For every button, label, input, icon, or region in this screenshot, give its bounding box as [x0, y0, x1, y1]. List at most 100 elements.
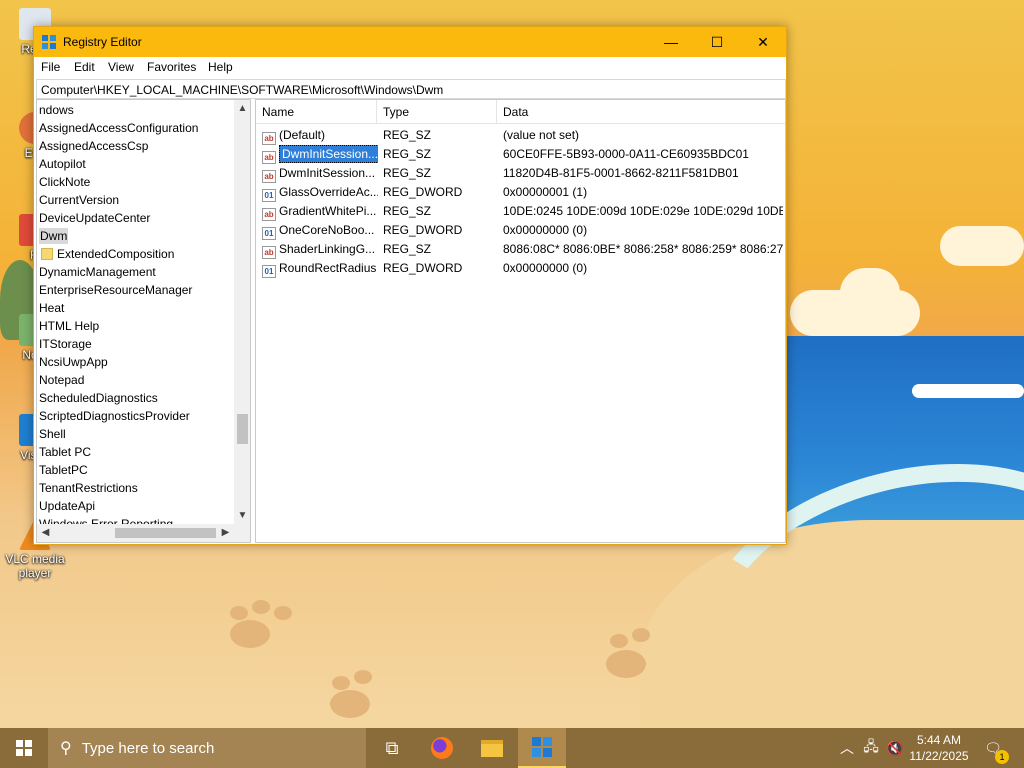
window-title: Registry Editor — [63, 35, 142, 49]
value-name-cell: ab DwmInitSession... — [262, 145, 378, 164]
tree-item[interactable]: UpdateApi — [39, 497, 95, 515]
clock-time: 5:44 AM — [916, 733, 962, 747]
tree-item[interactable]: ndows — [39, 101, 74, 119]
minimize-button[interactable]: — — [648, 27, 694, 57]
scroll-left-arrow-icon[interactable]: ◀ — [37, 524, 54, 542]
paw-print — [610, 634, 628, 648]
tree-item[interactable]: Heat — [39, 299, 64, 317]
tree-horizontal-scrollbar[interactable]: ◀ ▶ — [37, 524, 234, 542]
value-name-cell: ab DwmInitSession... — [262, 164, 378, 183]
desktop-icon-label: VLC media player — [5, 552, 65, 580]
key-tree-pane: ndows AssignedAccessConfiguration Assign… — [36, 99, 251, 543]
title-bar[interactable]: Registry Editor — ☐ ✕ — [34, 27, 786, 57]
volume-muted-icon: 🔇 — [886, 739, 904, 756]
column-header-data[interactable]: Data — [497, 100, 785, 124]
value-type-cell: REG_SZ — [383, 147, 432, 161]
registry-value-row[interactable]: ab ShaderLinkingG... REG_SZ 8086:08C* 8086:… — [256, 240, 785, 259]
taskbar: ⚲ Type here to search ⧉ ︿ 🖧 🔇 5:44 AM 11… — [0, 728, 1024, 768]
registry-editor-icon — [532, 737, 552, 757]
menu-favorites[interactable]: Favorites — [147, 60, 196, 74]
tree-item[interactable]: DeviceUpdateCenter — [39, 209, 150, 227]
tree-item[interactable]: ScriptedDiagnosticsProvider — [39, 407, 190, 425]
registry-value-row[interactable]: 01 GlassOverrideAc... REG_DWORD 0x00000001 … — [256, 183, 785, 202]
registry-value-row[interactable]: ab GradientWhitePi... REG_SZ 10DE:0245 10DE… — [256, 202, 785, 221]
tree-item[interactable]: Shell — [39, 425, 66, 443]
column-header-type[interactable]: Type — [377, 100, 497, 124]
paw-print — [332, 676, 350, 690]
scroll-up-arrow-icon[interactable]: ▲ — [234, 100, 250, 117]
network-icon: 🖧 — [863, 738, 879, 754]
value-name: DwmInitSession... — [279, 166, 376, 180]
registry-value-row[interactable]: 01 RoundRectRadius REG_DWORD 0x00000000 (0) — [256, 259, 785, 278]
menu-edit[interactable]: Edit — [74, 60, 95, 74]
tree-item[interactable]: HTML Help — [39, 317, 99, 335]
tree-item[interactable]: ClickNote — [39, 173, 90, 191]
value-data-cell: (value not set) — [503, 128, 580, 142]
value-data-cell: 0x00000000 (0) — [503, 261, 588, 275]
value-name: GlassOverrideAc... — [279, 185, 378, 199]
search-icon: ⚲ — [60, 740, 72, 757]
value-name-cell: 01 GlassOverrideAc... — [262, 183, 378, 202]
values-list-pane: Name Type Data ab (Default) REG_SZ (value n… — [255, 99, 786, 543]
cloud — [840, 268, 900, 318]
tree-item-child[interactable]: ExtendedComposition — [41, 245, 174, 263]
tree-item[interactable]: EnterpriseResourceManager — [39, 281, 192, 299]
menu-file[interactable]: File — [41, 60, 60, 74]
maximize-button[interactable]: ☐ — [694, 27, 740, 57]
close-icon: ✕ — [757, 33, 769, 50]
task-view-button[interactable]: ⧉ — [368, 728, 416, 768]
value-type-cell: REG_SZ — [383, 204, 432, 218]
scroll-thumb[interactable] — [115, 528, 216, 538]
firefox-taskbar-button[interactable] — [418, 728, 466, 768]
task-view-icon: ⧉ — [385, 737, 399, 758]
scroll-right-arrow-icon[interactable]: ▶ — [217, 524, 234, 542]
registry-value-row[interactable]: ab DwmInitSession... REG_SZ 11820D4B-81F5-0… — [256, 164, 785, 183]
chevron-up-icon: ︿ — [840, 740, 854, 756]
list-header: Name Type Data — [256, 100, 785, 124]
menu-view[interactable]: View — [108, 60, 134, 74]
tree-item[interactable]: AssignedAccessCsp — [39, 137, 148, 155]
value-data-cell: 10DE:0245 10DE:009d 10DE:029e 10DE:029d … — [503, 204, 783, 218]
registry-value-row[interactable]: ab DwmInitSession... REG_SZ 60CE0FFE-5B93-0… — [256, 145, 785, 164]
tree-item[interactable]: Notepad — [39, 371, 84, 389]
value-data-cell: 60CE0FFE-5B93-0000-0A11-CE60935BDC01 — [503, 147, 749, 161]
tree-item[interactable]: Autopilot — [39, 155, 86, 173]
taskbar-clock[interactable]: 5:44 AM 11/22/2025 — [904, 732, 974, 764]
registry-value-row[interactable]: ab (Default) REG_SZ (value not set) — [256, 126, 785, 145]
file-explorer-taskbar-button[interactable] — [468, 728, 516, 768]
tree-item-selected[interactable]: Dwm — [39, 227, 69, 245]
network-button[interactable]: 🖧 — [860, 728, 882, 768]
address-bar[interactable]: Computer\HKEY_LOCAL_MACHINE\SOFTWARE\Mic… — [36, 79, 786, 99]
start-button[interactable] — [0, 728, 48, 768]
menu-help[interactable]: Help — [208, 60, 233, 74]
folder-icon — [41, 248, 53, 260]
tree-item[interactable]: CurrentVersion — [39, 191, 119, 209]
close-button[interactable]: ✕ — [740, 27, 786, 57]
value-name: RoundRectRadius — [279, 261, 377, 275]
registry-value-row[interactable]: 01 OneCoreNoBoo... REG_DWORD 0x00000000 (0) — [256, 221, 785, 240]
tree-item[interactable]: AssignedAccessConfiguration — [39, 119, 198, 137]
tree-item[interactable]: TenantRestrictions — [39, 479, 138, 497]
value-name-cell: 01 RoundRectRadius — [262, 259, 378, 278]
value-type-cell: REG_SZ — [383, 166, 432, 180]
show-hidden-icons-button[interactable]: ︿ — [836, 728, 858, 768]
column-header-name[interactable]: Name — [256, 100, 377, 124]
tree-item[interactable]: Tablet PC — [39, 443, 91, 461]
registry-editor-taskbar-button[interactable] — [518, 728, 566, 768]
registry-editor-icon — [42, 35, 56, 49]
menu-bar: File Edit View Favorites Help — [34, 57, 786, 78]
tree-item[interactable]: DynamicManagement — [39, 263, 156, 281]
tree-item[interactable]: ITStorage — [39, 335, 92, 353]
scroll-down-arrow-icon[interactable]: ▼ — [234, 507, 250, 524]
value-type-cell: REG_SZ — [383, 242, 432, 256]
tree-vertical-scrollbar[interactable]: ▲ ▼ — [234, 100, 250, 524]
tree-item[interactable]: NcsiUwpApp — [39, 353, 108, 371]
taskbar-search-box[interactable]: ⚲ Type here to search — [48, 728, 366, 768]
value-name: ShaderLinkingG... — [279, 242, 376, 256]
tree-item[interactable]: TabletPC — [39, 461, 88, 479]
volume-button[interactable]: 🔇 — [884, 728, 906, 768]
scroll-thumb[interactable] — [237, 414, 248, 444]
tree-item[interactable]: ScheduledDiagnostics — [39, 389, 158, 407]
paw-print — [606, 650, 646, 678]
folder-icon — [481, 739, 503, 757]
